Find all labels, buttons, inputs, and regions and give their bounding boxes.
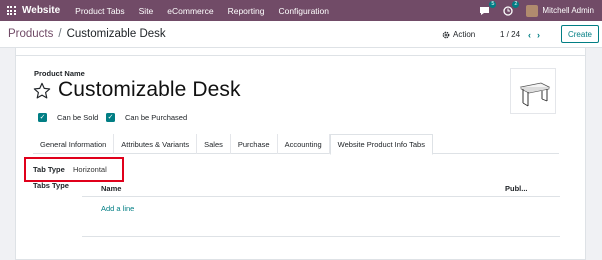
sheet-top bbox=[15, 48, 586, 55]
tab-type-field[interactable]: Horizontal bbox=[73, 165, 107, 174]
tab-purchase[interactable]: Purchase bbox=[231, 134, 278, 154]
activity-badge: 2 bbox=[512, 0, 520, 8]
tab-sales[interactable]: Sales bbox=[197, 134, 231, 154]
can-be-sold-checkbox[interactable]: ✓ bbox=[38, 113, 47, 122]
menu-site[interactable]: Site bbox=[132, 6, 161, 16]
chat-badge: 5 bbox=[489, 0, 497, 8]
desk-image-icon bbox=[519, 82, 551, 107]
tab-general-information[interactable]: General Information bbox=[33, 134, 115, 154]
menu-product-tabs[interactable]: Product Tabs bbox=[68, 6, 131, 16]
breadcrumb: Products / Customizable Desk bbox=[0, 28, 166, 40]
can-be-sold-label: Can be Sold bbox=[57, 113, 99, 122]
app-brand[interactable]: Website bbox=[22, 5, 68, 16]
breadcrumb-products-link[interactable]: Products bbox=[8, 28, 53, 40]
breadcrumb-separator: / bbox=[58, 28, 62, 40]
scroll-gutter bbox=[596, 48, 602, 260]
user-name: Mitchell Admin bbox=[542, 6, 594, 15]
product-name-field[interactable]: Customizable Desk bbox=[58, 78, 241, 102]
gear-icon bbox=[442, 31, 450, 38]
table-divider bbox=[82, 196, 560, 197]
user-menu[interactable]: Mitchell Admin bbox=[526, 4, 594, 17]
create-button[interactable]: Create bbox=[561, 25, 599, 43]
product-image[interactable] bbox=[510, 68, 556, 114]
breadcrumb-current: Customizable Desk bbox=[66, 28, 166, 40]
menu-reporting[interactable]: Reporting bbox=[221, 6, 272, 16]
can-be-purchased-label: Can be Purchased bbox=[125, 113, 188, 122]
activity-clock-icon[interactable]: 2 bbox=[503, 0, 520, 16]
favorite-star-icon[interactable] bbox=[33, 82, 51, 100]
apps-menu-icon[interactable] bbox=[0, 0, 22, 21]
tabs-type-label: Tabs Type bbox=[33, 181, 69, 190]
menu-ecommerce[interactable]: eCommerce bbox=[160, 6, 220, 16]
chevron-left-icon[interactable]: ‹ bbox=[528, 30, 531, 40]
menu-configuration[interactable]: Configuration bbox=[271, 6, 336, 16]
avatar bbox=[526, 4, 539, 17]
column-header-name[interactable]: Name bbox=[101, 184, 121, 193]
tab-attributes-variants[interactable]: Attributes & Variants bbox=[114, 134, 198, 154]
top-navbar: Website Product Tabs Site eCommerce Repo… bbox=[0, 0, 602, 21]
chevron-right-icon[interactable]: › bbox=[537, 30, 540, 40]
table-bottom-divider bbox=[82, 236, 560, 237]
action-label: Action bbox=[453, 30, 476, 39]
control-panel: Products / Customizable Desk Action 1 / … bbox=[0, 21, 602, 48]
tab-accounting[interactable]: Accounting bbox=[278, 134, 330, 154]
column-header-published[interactable]: Publ... bbox=[505, 184, 528, 193]
add-a-line-link[interactable]: Add a line bbox=[101, 204, 134, 213]
pager: 1 / 24 ‹ › bbox=[500, 21, 540, 48]
tab-type-label: Tab Type bbox=[33, 165, 65, 174]
product-name-label: Product Name bbox=[34, 69, 85, 78]
chat-icon[interactable]: 5 bbox=[479, 0, 497, 16]
action-button[interactable]: Action bbox=[442, 21, 475, 48]
can-be-purchased-checkbox[interactable]: ✓ bbox=[106, 113, 115, 122]
pager-value[interactable]: 1 / 24 bbox=[500, 30, 520, 39]
tab-website-product-info-tabs[interactable]: Website Product Info Tabs bbox=[329, 134, 433, 155]
notebook-tabs: General Information Attributes & Variant… bbox=[33, 134, 559, 155]
